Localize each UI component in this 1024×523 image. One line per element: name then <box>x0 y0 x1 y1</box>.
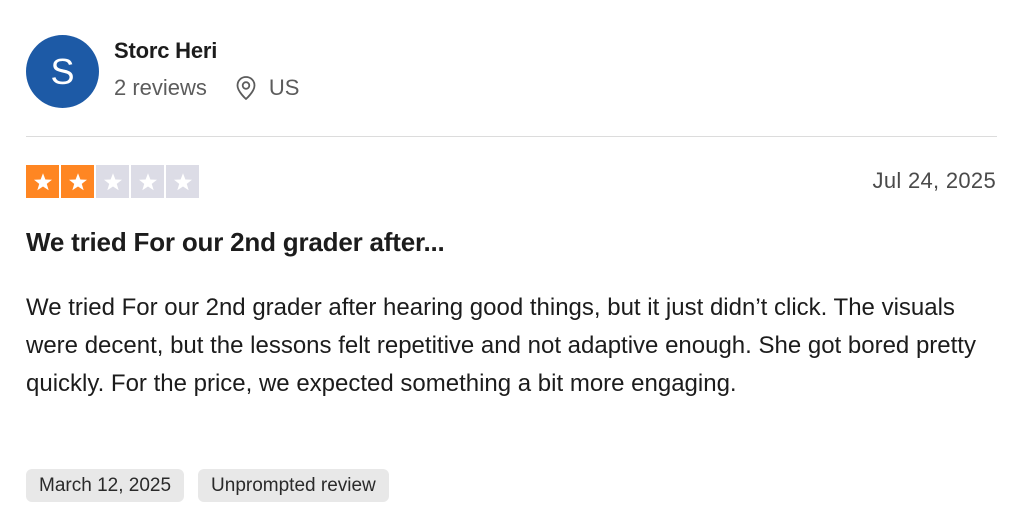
reviewer-location: US <box>268 75 300 100</box>
avatar[interactable]: S <box>26 35 99 108</box>
star-rating <box>26 165 201 198</box>
star-icon <box>26 165 59 198</box>
unprompted-review-tag[interactable]: Unprompted review <box>198 469 389 502</box>
experience-date-tag: March 12, 2025 <box>26 469 185 502</box>
star-icon <box>166 165 199 198</box>
star-icon <box>96 165 129 198</box>
reviews-count: 2 reviews <box>114 75 207 100</box>
location-pin-icon <box>235 75 257 101</box>
reviewer-name[interactable]: Storc Heri <box>114 38 217 64</box>
review-title[interactable]: We tried For our 2nd grader after... <box>26 227 445 258</box>
review-card: S Storc Heri 2 reviews US Jul 24, 2025 W… <box>0 0 1024 523</box>
reviewer-meta: 2 reviews US <box>114 75 299 101</box>
star-icon <box>131 165 164 198</box>
review-tags: March 12, 2025 Unprompted review <box>26 469 403 502</box>
divider <box>26 136 997 137</box>
review-body: We tried For our 2nd grader after hearin… <box>26 294 976 397</box>
review-date: Jul 24, 2025 <box>872 168 996 193</box>
star-icon <box>61 165 94 198</box>
